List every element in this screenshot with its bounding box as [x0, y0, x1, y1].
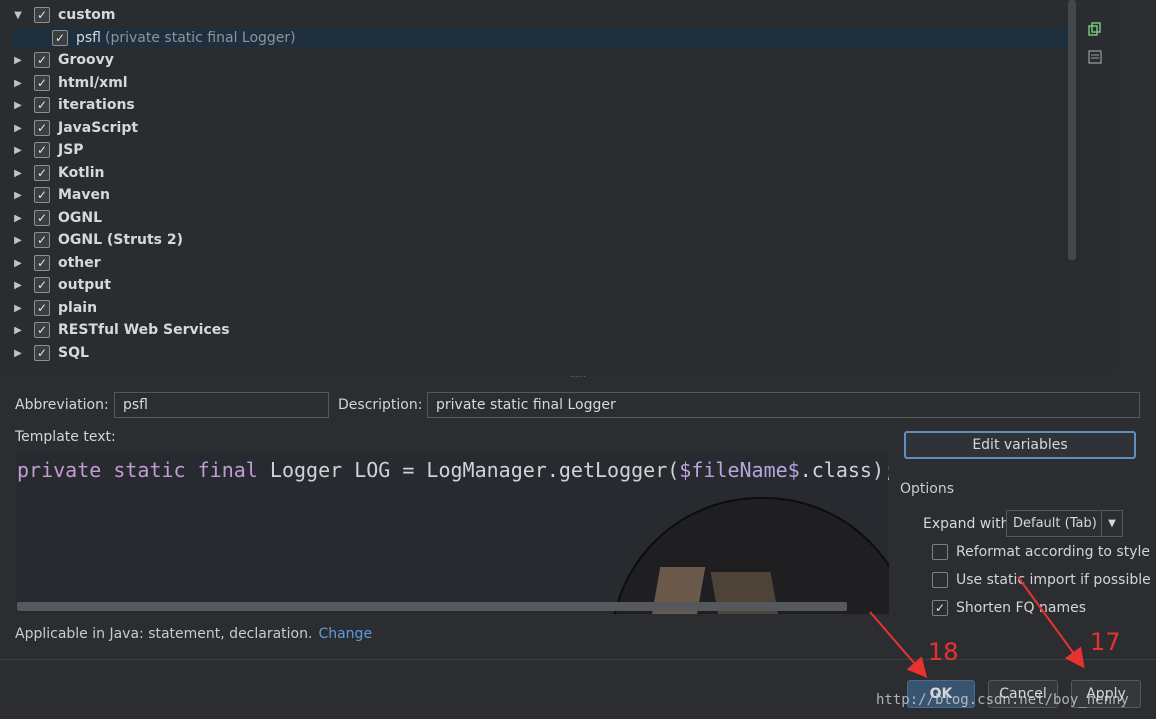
- annotation-arrows: [869, 576, 1085, 679]
- arrow-to-ok: [869, 611, 928, 679]
- watermark: http://blog.csdn.net/boy_henny: [876, 692, 1129, 708]
- annotation-17: 17: [1090, 628, 1121, 656]
- annotation-18: 18: [928, 638, 959, 666]
- arrow-to-apply: [1017, 576, 1085, 669]
